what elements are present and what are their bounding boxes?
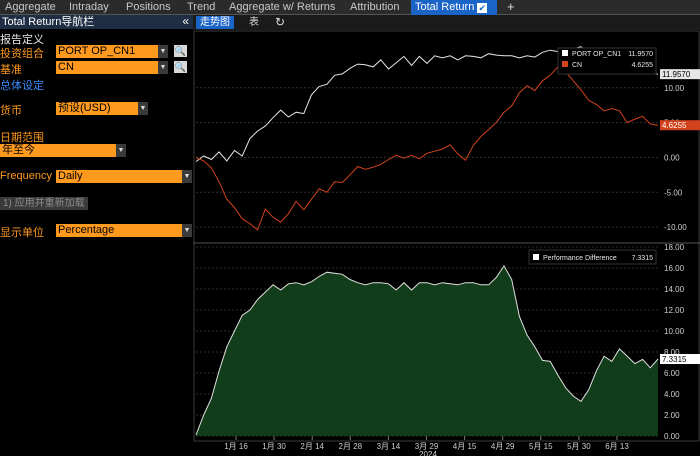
date-range-select[interactable]: 年至今 ▼ — [0, 144, 126, 157]
top-y-tick-label: -5.00 — [664, 188, 683, 197]
portfolio-label: 投资组合 — [0, 48, 44, 60]
x-tick-label: 5月 15 — [529, 442, 553, 451]
display-unit-value: Percentage — [58, 224, 115, 236]
currency-label: 货币 — [0, 105, 22, 117]
legend-series-name: Performance Difference — [543, 255, 617, 262]
chart-area: 走势图 表 ↻ 10.005.000.00-5.00-10.0011.95704… — [193, 15, 700, 456]
chevron-down-icon[interactable]: ▼ — [116, 144, 126, 157]
legend-series-last: 11.9570 — [628, 51, 653, 58]
x-tick-label: 4月 15 — [453, 442, 477, 451]
date-range-label: 日期范围 — [0, 132, 44, 144]
legend-swatch — [562, 61, 568, 67]
x-axis-year-label: 2024 — [419, 450, 437, 456]
top-tab-bar: Aggregate Intraday Positions Trend Aggre… — [0, 0, 700, 15]
difference-last-value: 7.3315 — [662, 355, 687, 364]
x-tick-label: 2月 28 — [339, 442, 363, 451]
bottom-y-tick-label: 10.00 — [664, 327, 685, 336]
legend-series-last: 7.3315 — [632, 255, 654, 262]
x-tick-label: 5月 30 — [567, 442, 591, 451]
overview-settings-link[interactable]: 总体设定 — [0, 77, 44, 93]
benchmark-search-icon[interactable]: 🔍 — [174, 61, 187, 73]
apply-reload-label: 应用并重新加载 — [14, 198, 85, 209]
performance-charts: 10.005.000.00-5.00-10.0011.95704.6255POR… — [193, 30, 700, 456]
bottom-y-tick-label: 4.00 — [664, 390, 680, 399]
x-tick-label: 1月 16 — [224, 442, 248, 451]
tab-total-return[interactable]: Total Return ✔ — [411, 0, 497, 15]
tab-intraday[interactable]: Intraday — [65, 0, 113, 15]
bottom-y-tick-label: 14.00 — [664, 285, 685, 294]
refresh-icon[interactable]: ↻ — [275, 15, 285, 29]
bottom-y-tick-label: 16.00 — [664, 264, 685, 273]
check-icon: ✔ — [477, 3, 488, 13]
date-range-value: 年至今 — [2, 144, 35, 156]
navigator-header: Total Return导航栏 « — [0, 15, 193, 29]
apply-reload-button[interactable]: 1) 应用并重新加载 — [0, 197, 88, 210]
tab-trend-chart[interactable]: 走势图 — [196, 16, 234, 29]
x-tick-label: 1月 30 — [262, 442, 286, 451]
legend-swatch — [562, 50, 568, 56]
navigator-title: Total Return导航栏 — [2, 16, 95, 28]
display-unit-select[interactable]: Percentage ▼ — [56, 224, 192, 237]
frequency-value: Daily — [58, 170, 83, 182]
chevron-down-icon[interactable]: ▼ — [158, 61, 168, 74]
frequency-select[interactable]: Daily ▼ — [56, 170, 192, 183]
chevron-down-icon[interactable]: ▼ — [182, 224, 192, 237]
currency-value: 预设(USD) — [58, 102, 111, 114]
tab-positions[interactable]: Positions — [122, 0, 175, 15]
frequency-label: Frequency — [0, 170, 52, 182]
legend-series-name: PORT OP_CN1 — [572, 51, 621, 58]
portfolio-search-icon[interactable]: 🔍 — [174, 45, 187, 57]
benchmark-value: CN — [58, 61, 74, 73]
tab-aggregate[interactable]: Aggregate — [1, 0, 60, 15]
benchmark-line — [195, 66, 659, 231]
chart-view-tabs: 走势图 表 ↻ — [193, 15, 700, 30]
top-y-tick-label: 0.00 — [664, 153, 680, 162]
bottom-y-tick-label: 12.00 — [664, 306, 685, 315]
legend-series-last: 4.6255 — [632, 62, 654, 69]
tab-attribution[interactable]: Attribution — [346, 0, 404, 15]
tab-table[interactable]: 表 — [245, 16, 263, 29]
portfolio-last-value: 11.9570 — [662, 70, 691, 79]
add-tab-button[interactable]: + — [507, 0, 515, 15]
legend-swatch — [533, 254, 539, 260]
bottom-y-tick-label: 18.00 — [664, 243, 685, 252]
tab-aggregate-with-returns[interactable]: Aggregate w/ Returns — [225, 0, 339, 15]
top-y-tick-label: 10.00 — [664, 84, 685, 93]
chevron-down-icon[interactable]: ▼ — [182, 170, 192, 183]
top-y-tick-label: -10.00 — [664, 223, 687, 232]
x-tick-label: 2月 14 — [300, 442, 324, 451]
portfolio-field[interactable]: PORT OP_CN1 ▼ — [56, 45, 168, 58]
navigator-panel: Total Return导航栏 « 报告定义 投资组合 PORT OP_CN1 … — [0, 15, 193, 456]
currency-select[interactable]: 预设(USD) ▼ — [56, 102, 148, 115]
x-tick-label: 3月 14 — [377, 442, 401, 451]
benchmark-label: 基准 — [0, 64, 22, 76]
x-tick-label: 4月 29 — [491, 442, 515, 451]
collapse-icon[interactable]: « — [182, 15, 189, 28]
bottom-y-tick-label: 6.00 — [664, 369, 680, 378]
bottom-y-tick-label: 2.00 — [664, 411, 680, 420]
x-tick-label: 6月 13 — [605, 442, 629, 451]
benchmark-last-value: 4.6255 — [662, 121, 687, 130]
bottom-y-tick-label: 0.00 — [664, 432, 680, 441]
chevron-down-icon[interactable]: ▼ — [158, 45, 168, 58]
display-unit-label: 显示单位 — [0, 227, 44, 239]
legend-series-name: CN — [572, 62, 582, 69]
tab-trend[interactable]: Trend — [183, 0, 219, 15]
portfolio-value: PORT OP_CN1 — [58, 45, 136, 57]
chevron-down-icon[interactable]: ▼ — [138, 102, 148, 115]
tab-total-return-label: Total Return — [415, 1, 475, 13]
benchmark-field[interactable]: CN ▼ — [56, 61, 168, 74]
